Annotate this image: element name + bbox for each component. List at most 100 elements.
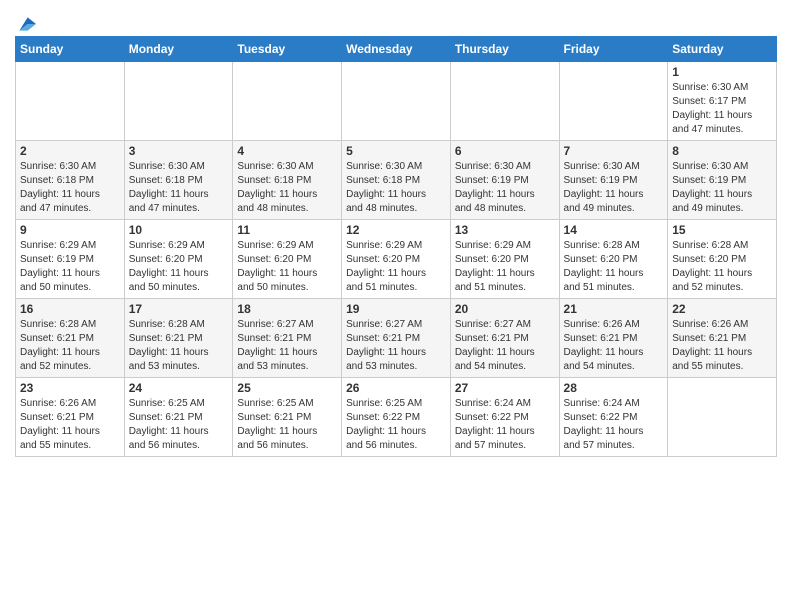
calendar-cell: 11 Sunrise: 6:29 AM Sunset: 6:20 PM Dayli… xyxy=(233,220,342,299)
calendar-cell: 21 Sunrise: 6:26 AM Sunset: 6:21 PM Dayli… xyxy=(559,299,668,378)
weekday-header-thursday: Thursday xyxy=(450,37,559,62)
calendar-week-2: 2 Sunrise: 6:30 AM Sunset: 6:18 PM Daylig… xyxy=(16,141,777,220)
weekday-header-wednesday: Wednesday xyxy=(342,37,451,62)
calendar-cell: 24 Sunrise: 6:25 AM Sunset: 6:21 PM Dayli… xyxy=(124,378,233,457)
day-number: 10 xyxy=(129,223,229,237)
day-info: Sunrise: 6:26 AM Sunset: 6:21 PM Dayligh… xyxy=(672,318,772,374)
day-number: 22 xyxy=(672,302,772,316)
calendar-cell: 9 Sunrise: 6:29 AM Sunset: 6:19 PM Daylig… xyxy=(16,220,125,299)
day-info: Sunrise: 6:29 AM Sunset: 6:20 PM Dayligh… xyxy=(129,239,229,295)
day-info: Sunrise: 6:27 AM Sunset: 6:21 PM Dayligh… xyxy=(346,318,446,374)
calendar-cell: 2 Sunrise: 6:30 AM Sunset: 6:18 PM Daylig… xyxy=(16,141,125,220)
day-number: 26 xyxy=(346,381,446,395)
calendar-cell: 26 Sunrise: 6:25 AM Sunset: 6:22 PM Dayli… xyxy=(342,378,451,457)
header-row: SundayMondayTuesdayWednesdayThursdayFrid… xyxy=(16,37,777,62)
day-number: 15 xyxy=(672,223,772,237)
day-info: Sunrise: 6:24 AM Sunset: 6:22 PM Dayligh… xyxy=(564,397,664,453)
day-number: 3 xyxy=(129,144,229,158)
day-info: Sunrise: 6:27 AM Sunset: 6:21 PM Dayligh… xyxy=(455,318,555,374)
calendar-cell: 18 Sunrise: 6:27 AM Sunset: 6:21 PM Dayli… xyxy=(233,299,342,378)
day-number: 16 xyxy=(20,302,120,316)
calendar-cell: 14Sunrise: 6:28 AM Sunset: 6:20 PM Dayli… xyxy=(559,220,668,299)
calendar-cell xyxy=(668,378,777,457)
day-info: Sunrise: 6:29 AM Sunset: 6:20 PM Dayligh… xyxy=(455,239,555,295)
calendar-cell: 5 Sunrise: 6:30 AM Sunset: 6:18 PM Daylig… xyxy=(342,141,451,220)
day-info: Sunrise: 6:30 AM Sunset: 6:19 PM Dayligh… xyxy=(564,160,664,216)
logo-icon xyxy=(16,14,36,34)
day-info: Sunrise: 6:25 AM Sunset: 6:21 PM Dayligh… xyxy=(129,397,229,453)
day-info: Sunrise: 6:29 AM Sunset: 6:20 PM Dayligh… xyxy=(237,239,337,295)
calendar-cell: 8 Sunrise: 6:30 AM Sunset: 6:19 PM Daylig… xyxy=(668,141,777,220)
day-number: 11 xyxy=(237,223,337,237)
day-number: 7 xyxy=(564,144,664,158)
day-number: 27 xyxy=(455,381,555,395)
day-info: Sunrise: 6:30 AM Sunset: 6:17 PM Dayligh… xyxy=(672,81,772,137)
day-info: Sunrise: 6:26 AM Sunset: 6:21 PM Dayligh… xyxy=(20,397,120,453)
calendar: SundayMondayTuesdayWednesdayThursdayFrid… xyxy=(15,36,777,457)
day-info: Sunrise: 6:28 AM Sunset: 6:20 PM Dayligh… xyxy=(564,239,664,295)
calendar-cell: 22 Sunrise: 6:26 AM Sunset: 6:21 PM Dayli… xyxy=(668,299,777,378)
weekday-header-saturday: Saturday xyxy=(668,37,777,62)
calendar-cell xyxy=(124,62,233,141)
calendar-cell: 19 Sunrise: 6:27 AM Sunset: 6:21 PM Dayli… xyxy=(342,299,451,378)
day-number: 5 xyxy=(346,144,446,158)
day-number: 25 xyxy=(237,381,337,395)
day-info: Sunrise: 6:30 AM Sunset: 6:18 PM Dayligh… xyxy=(237,160,337,216)
page: SundayMondayTuesdayWednesdayThursdayFrid… xyxy=(0,0,792,612)
calendar-cell xyxy=(559,62,668,141)
day-info: Sunrise: 6:28 AM Sunset: 6:21 PM Dayligh… xyxy=(20,318,120,374)
calendar-cell: 28 Sunrise: 6:24 AM Sunset: 6:22 PM Dayli… xyxy=(559,378,668,457)
calendar-cell: 1 Sunrise: 6:30 AM Sunset: 6:17 PM Daylig… xyxy=(668,62,777,141)
day-info: Sunrise: 6:30 AM Sunset: 6:18 PM Dayligh… xyxy=(20,160,120,216)
day-info: Sunrise: 6:30 AM Sunset: 6:18 PM Dayligh… xyxy=(346,160,446,216)
day-info: Sunrise: 6:27 AM Sunset: 6:21 PM Dayligh… xyxy=(237,318,337,374)
day-number: 19 xyxy=(346,302,446,316)
calendar-week-4: 16 Sunrise: 6:28 AM Sunset: 6:21 PM Dayli… xyxy=(16,299,777,378)
calendar-cell: 17 Sunrise: 6:28 AM Sunset: 6:21 PM Dayli… xyxy=(124,299,233,378)
day-number: 23 xyxy=(20,381,120,395)
day-info: Sunrise: 6:30 AM Sunset: 6:19 PM Dayligh… xyxy=(455,160,555,216)
calendar-cell: 15Sunrise: 6:28 AM Sunset: 6:20 PM Dayli… xyxy=(668,220,777,299)
day-number: 24 xyxy=(129,381,229,395)
day-info: Sunrise: 6:25 AM Sunset: 6:22 PM Dayligh… xyxy=(346,397,446,453)
day-number: 18 xyxy=(237,302,337,316)
calendar-cell: 12Sunrise: 6:29 AM Sunset: 6:20 PM Dayli… xyxy=(342,220,451,299)
day-number: 2 xyxy=(20,144,120,158)
day-info: Sunrise: 6:30 AM Sunset: 6:19 PM Dayligh… xyxy=(672,160,772,216)
calendar-cell: 20 Sunrise: 6:27 AM Sunset: 6:21 PM Dayli… xyxy=(450,299,559,378)
calendar-cell xyxy=(16,62,125,141)
calendar-cell: 13 Sunrise: 6:29 AM Sunset: 6:20 PM Dayli… xyxy=(450,220,559,299)
weekday-header-tuesday: Tuesday xyxy=(233,37,342,62)
calendar-cell xyxy=(233,62,342,141)
calendar-cell: 16 Sunrise: 6:28 AM Sunset: 6:21 PM Dayli… xyxy=(16,299,125,378)
calendar-cell: 10 Sunrise: 6:29 AM Sunset: 6:20 PM Dayli… xyxy=(124,220,233,299)
calendar-week-1: 1 Sunrise: 6:30 AM Sunset: 6:17 PM Daylig… xyxy=(16,62,777,141)
day-info: Sunrise: 6:25 AM Sunset: 6:21 PM Dayligh… xyxy=(237,397,337,453)
day-number: 6 xyxy=(455,144,555,158)
calendar-cell: 6 Sunrise: 6:30 AM Sunset: 6:19 PM Daylig… xyxy=(450,141,559,220)
header xyxy=(15,10,777,30)
calendar-cell: 4Sunrise: 6:30 AM Sunset: 6:18 PM Daylig… xyxy=(233,141,342,220)
calendar-cell: 7 Sunrise: 6:30 AM Sunset: 6:19 PM Daylig… xyxy=(559,141,668,220)
weekday-header-monday: Monday xyxy=(124,37,233,62)
day-number: 8 xyxy=(672,144,772,158)
day-number: 17 xyxy=(129,302,229,316)
day-info: Sunrise: 6:26 AM Sunset: 6:21 PM Dayligh… xyxy=(564,318,664,374)
calendar-cell xyxy=(342,62,451,141)
weekday-header-sunday: Sunday xyxy=(16,37,125,62)
day-info: Sunrise: 6:29 AM Sunset: 6:19 PM Dayligh… xyxy=(20,239,120,295)
calendar-week-5: 23 Sunrise: 6:26 AM Sunset: 6:21 PM Dayli… xyxy=(16,378,777,457)
day-number: 9 xyxy=(20,223,120,237)
day-number: 28 xyxy=(564,381,664,395)
day-info: Sunrise: 6:29 AM Sunset: 6:20 PM Dayligh… xyxy=(346,239,446,295)
calendar-cell: 25 Sunrise: 6:25 AM Sunset: 6:21 PM Dayli… xyxy=(233,378,342,457)
day-info: Sunrise: 6:30 AM Sunset: 6:18 PM Dayligh… xyxy=(129,160,229,216)
logo xyxy=(15,14,36,30)
day-number: 13 xyxy=(455,223,555,237)
day-info: Sunrise: 6:28 AM Sunset: 6:21 PM Dayligh… xyxy=(129,318,229,374)
day-number: 1 xyxy=(672,65,772,79)
day-number: 20 xyxy=(455,302,555,316)
calendar-cell: 23 Sunrise: 6:26 AM Sunset: 6:21 PM Dayli… xyxy=(16,378,125,457)
day-number: 21 xyxy=(564,302,664,316)
calendar-cell: 27Sunrise: 6:24 AM Sunset: 6:22 PM Dayli… xyxy=(450,378,559,457)
